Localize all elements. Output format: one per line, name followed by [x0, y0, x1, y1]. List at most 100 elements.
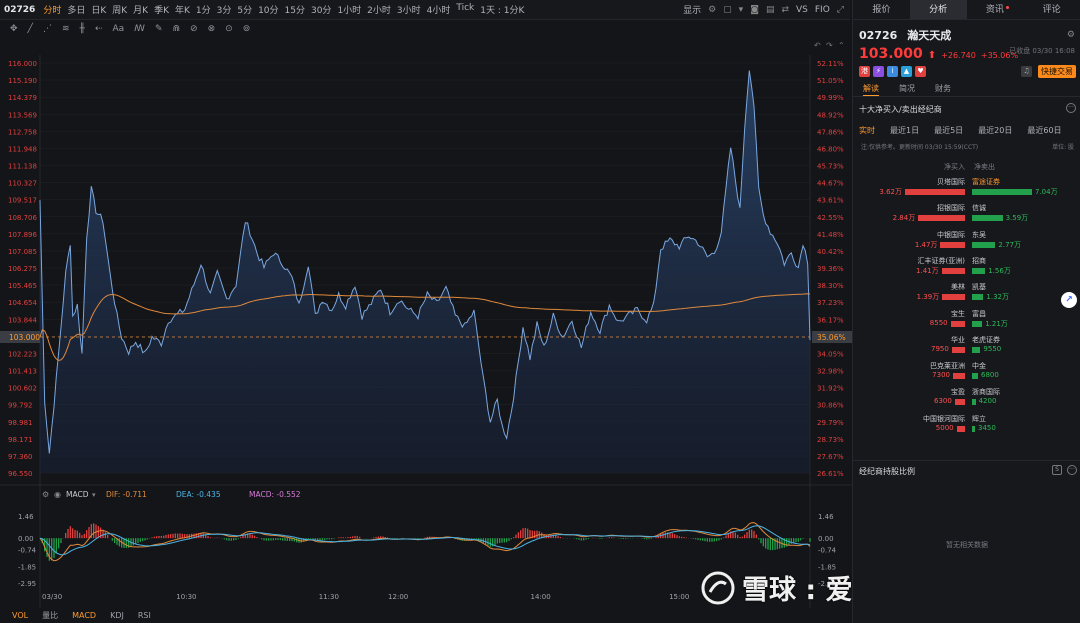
broker-row[interactable]: 美林 凯基 1.39万 1.32万	[853, 282, 1080, 308]
period-tab-0[interactable]: 实时	[859, 125, 875, 136]
subtab-0[interactable]: 解读	[863, 81, 879, 96]
timeframe-14[interactable]: 2小时	[367, 3, 391, 16]
period-tab-4[interactable]: 最近60日	[1027, 125, 1061, 136]
draw-tool-icon-0[interactable]: ✥	[10, 24, 18, 34]
draw-tool-icon-1[interactable]: ╱	[28, 24, 33, 34]
draw-tool-icon-9[interactable]: ⋒	[173, 24, 181, 34]
draw-tool-icon-5[interactable]: ⇠	[95, 24, 103, 34]
collapse-icon[interactable]: ⌃	[838, 41, 845, 50]
broker-row[interactable]: 宝盈 浙商国际 6300 4200	[853, 387, 1080, 413]
panel-tab-2[interactable]: 资讯	[967, 0, 1024, 19]
timeframe-12[interactable]: 30分	[311, 3, 331, 16]
timeframe-5[interactable]: 季K	[154, 3, 169, 16]
draw-tool-icon-8[interactable]: ✎	[155, 24, 163, 34]
panel-tab-1[interactable]: 分析	[909, 0, 967, 19]
sell-broker-name: 富昌	[972, 309, 986, 318]
redo-icon[interactable]: ↷	[826, 41, 833, 50]
settings-icon[interactable]: ⚙	[708, 5, 716, 15]
info-badge-icon[interactable]: i	[887, 66, 898, 77]
quick-trade-button[interactable]: 快捷交易	[1038, 65, 1076, 78]
broker-row[interactable]: 巴克莱亚洲 中金 7300 6800	[853, 361, 1080, 387]
timeframe-8[interactable]: 3分	[217, 3, 232, 16]
period-tab-3[interactable]: 最近20日	[978, 125, 1012, 136]
draw-tool-icon-4[interactable]: ╫	[80, 24, 85, 34]
timeframe-7[interactable]: 1分	[196, 3, 211, 16]
buy-broker-name: 汇丰证券(亚洲)	[917, 256, 965, 265]
broker-row[interactable]: 贝塔国际 富途证券 3.62万 7.04万	[853, 177, 1080, 203]
broker-row[interactable]: 宝生 富昌 8550 1.21万	[853, 309, 1080, 335]
more-icon[interactable]: ···	[1067, 465, 1077, 475]
draw-tool-icon-6[interactable]: Aa	[112, 24, 124, 34]
eye-icon[interactable]: ◉	[54, 490, 61, 499]
heart-badge-icon[interactable]: ♥	[915, 66, 926, 77]
share-widget-icon[interactable]: ↗	[1061, 292, 1077, 308]
display-menu[interactable]: 显示	[683, 3, 701, 16]
gear-icon[interactable]: ⚙	[1067, 30, 1075, 40]
exchange-icon[interactable]: ⇄	[781, 5, 789, 15]
buy-broker-name: 巴克莱亚洲	[930, 362, 965, 371]
buy-broker-name: 宝生	[951, 309, 965, 318]
indicator-tab-1[interactable]: 量比	[42, 610, 58, 621]
fio-button[interactable]: FIO	[815, 5, 830, 15]
top-toolbar: 02726 分时 多日 日K 周K 月K 季K 年K 1分 3分 5分 10分 15分 30分 1小时 2小…	[0, 0, 850, 20]
more-icon[interactable]: ···	[1066, 103, 1076, 113]
chart-badge-icon[interactable]: ▲	[901, 66, 912, 77]
settings-icon[interactable]: ⚙	[42, 490, 49, 499]
indicator-tab-4[interactable]: RSI	[138, 611, 151, 620]
timeframe-13[interactable]: 1小时	[337, 3, 361, 16]
s-icon[interactable]: S	[1052, 465, 1062, 475]
timeframe-9[interactable]: 5分	[237, 3, 252, 16]
draw-tool-icon-10[interactable]: ⊘	[190, 24, 198, 34]
draw-tool-icon-2[interactable]: ⋰	[43, 24, 52, 34]
camera-icon[interactable]: ◙	[750, 5, 759, 15]
period-tab-1[interactable]: 最近1日	[890, 125, 919, 136]
snowball-logo-icon	[701, 571, 735, 604]
buy-broker-name: 招银国际	[937, 204, 965, 213]
intraday-chart[interactable]: 116.000 115.190 114.379 113.569 112.758 111.9…	[0, 38, 852, 608]
draw-tool-icon-12[interactable]: ⊙	[225, 24, 233, 34]
subtab-2[interactable]: 财务	[935, 81, 951, 96]
timeframe-1[interactable]: 多日	[67, 3, 85, 16]
layout-icon[interactable]: ▢	[723, 5, 732, 15]
panel-tab-0[interactable]: 报价	[853, 0, 910, 19]
timeframe-0[interactable]: 分时	[43, 3, 61, 16]
timeframe-4[interactable]: 月K	[133, 3, 148, 16]
flash-badge-icon[interactable]: ⚡	[873, 66, 884, 77]
unit-label: 单位: 股	[1052, 144, 1074, 151]
draw-tool-icon-3[interactable]: ≋	[62, 24, 70, 34]
timeframe-10[interactable]: 10分	[258, 3, 278, 16]
timeframe-6[interactable]: 年K	[175, 3, 190, 16]
broker-section-title: 十大净买入/卖出经纪商	[859, 105, 942, 114]
unread-dot	[1005, 6, 1009, 9]
broker-row[interactable]: 汇丰证券(亚洲) 招商 1.41万 1.56万	[853, 256, 1080, 282]
indicator-tab-2[interactable]: MACD	[72, 611, 96, 620]
timeframe-2[interactable]: 日K	[91, 3, 106, 16]
bell-icon[interactable]: ♫	[1021, 66, 1032, 77]
draw-tool-icon-13[interactable]: ⊚	[243, 24, 251, 34]
period-tab-2[interactable]: 最近5日	[934, 125, 963, 136]
undo-icon[interactable]: ↶	[813, 41, 821, 50]
indicator-tab-0[interactable]: VOL	[12, 611, 28, 620]
timeframe-16[interactable]: 4小时	[427, 3, 451, 16]
broker-row[interactable]: 招银国际 信诚 2.84万 3.59万	[853, 203, 1080, 229]
timeframe-15[interactable]: 3小时	[397, 3, 421, 16]
timeframe-11[interactable]: 15分	[285, 3, 305, 16]
timeframe-3[interactable]: 周K	[112, 3, 127, 16]
fullscreen-icon[interactable]: ⤢	[837, 5, 844, 15]
indicator-tab-3[interactable]: KDJ	[110, 611, 124, 620]
chart-area[interactable]: 116.000 115.190 114.379 113.569 112.758 111.9…	[0, 38, 852, 623]
draw-tool-icon-7[interactable]: ꟿ	[134, 24, 145, 34]
broker-row[interactable]: 华业 老虎证券 7950 9550	[853, 335, 1080, 361]
draw-tool-icon-11[interactable]: ⊗	[208, 24, 216, 34]
timeframe-18[interactable]: 1天 : 1分K	[480, 3, 524, 16]
subtab-1[interactable]: 简况	[899, 81, 915, 96]
broker-row[interactable]: 中银国际 东吴 1.47万 2.77万	[853, 230, 1080, 256]
vs-button[interactable]: VS	[796, 5, 808, 15]
note-icon[interactable]: ▤	[766, 5, 775, 15]
timeframe-17[interactable]: Tick	[456, 3, 474, 16]
chevron-down-icon[interactable]: ▾	[739, 5, 744, 15]
macd-dropdown-icon[interactable]: ▾	[92, 491, 96, 499]
panel-tab-3[interactable]: 评论	[1023, 0, 1080, 19]
broker-row[interactable]: 中国银河国际 辉立 5000 3450	[853, 414, 1080, 440]
hk-badge-icon[interactable]: 港	[859, 66, 870, 77]
